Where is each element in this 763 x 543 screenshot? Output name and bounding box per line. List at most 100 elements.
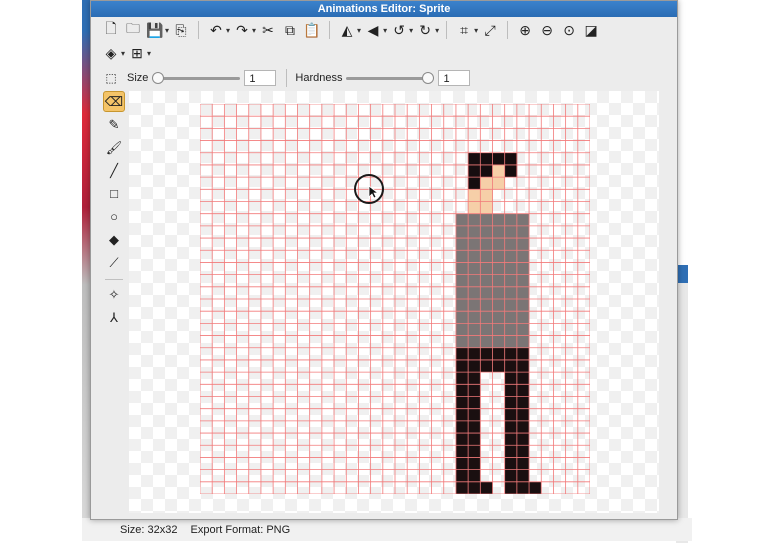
- sprite-pixel: [468, 213, 481, 227]
- sprite-pixel: [455, 445, 469, 458]
- sprite-pixel: [455, 335, 469, 349]
- eyedropper-tool-icon[interactable]: ⟋: [103, 252, 125, 273]
- size-slider-handle[interactable]: [152, 72, 165, 84]
- export-icon[interactable]: ⎘: [171, 20, 191, 40]
- sprite-pixel: [468, 420, 481, 434]
- status-bar: Size: 32x32 Export Format: PNG: [120, 524, 300, 536]
- redo-icon[interactable]: ↷: [232, 20, 252, 40]
- chevron-down-icon[interactable]: ▾: [147, 49, 151, 58]
- paste-icon[interactable]: 📋: [302, 20, 322, 40]
- sprite-pixel: [504, 359, 518, 373]
- sprite-pixel: [516, 335, 530, 349]
- chevron-down-icon[interactable]: ▾: [121, 49, 125, 58]
- sprite-pixel: [468, 335, 481, 349]
- flip-vertical-icon[interactable]: ◀: [363, 20, 383, 40]
- sprite-pixel: [480, 250, 493, 263]
- rotate-left-icon[interactable]: ↺: [389, 20, 409, 40]
- sprite-pixel: [492, 213, 505, 227]
- sprite-pixel: [468, 201, 481, 214]
- sprite-canvas[interactable]: [200, 104, 590, 494]
- chevron-down-icon[interactable]: ▾: [165, 26, 169, 35]
- cut-icon[interactable]: ✂: [258, 20, 278, 40]
- size-input[interactable]: 1: [244, 70, 277, 86]
- sprite-pixel: [480, 225, 493, 239]
- layers-icon[interactable]: ◈: [101, 43, 121, 63]
- sprite-pixel: [516, 213, 530, 227]
- sprite-pixel: [468, 323, 481, 336]
- rectangle-tool-icon[interactable]: □: [103, 183, 125, 204]
- zoom-fit-icon[interactable]: ⊙: [559, 20, 579, 40]
- sprite-pixel: [504, 164, 518, 178]
- sprite-pixel: [504, 299, 518, 312]
- sprite-pixel: [504, 347, 518, 361]
- select-point-tool-icon[interactable]: ✧: [103, 284, 125, 305]
- open-folder-icon[interactable]: 🗀: [123, 20, 143, 40]
- sprite-pixel: [468, 372, 481, 385]
- zoom-in-icon[interactable]: ⊕: [515, 20, 535, 40]
- sprite-pixel: [504, 396, 518, 409]
- sprite-pixel: [455, 213, 469, 227]
- hardness-slider[interactable]: [346, 71, 435, 85]
- undo-icon[interactable]: ↶: [206, 20, 226, 40]
- sprite-pixel: [504, 274, 518, 288]
- chevron-down-icon[interactable]: ▾: [357, 26, 361, 35]
- sprite-pixel: [468, 384, 481, 397]
- sprite-pixel: [468, 469, 481, 483]
- sprite-pixel: [516, 311, 530, 324]
- canvas-area[interactable]: [129, 91, 659, 513]
- size-slider[interactable]: [152, 71, 241, 85]
- sprite-pixel: [504, 262, 518, 275]
- sprite-pixel: [468, 481, 481, 494]
- crop-icon[interactable]: ⌗: [454, 20, 474, 40]
- sprite-pixel: [480, 274, 493, 288]
- sprite-pixel: [516, 299, 530, 312]
- sprite-pixel: [480, 347, 493, 361]
- sprite-pixel: [468, 408, 481, 422]
- sprite-pixel: [468, 225, 481, 239]
- sprite-pixel: [504, 408, 518, 422]
- sprite-pixel: [480, 213, 493, 227]
- resize-icon[interactable]: ⤢: [480, 20, 500, 40]
- sprite-pixel: [492, 250, 505, 263]
- eraser-tool-icon[interactable]: ⌫: [103, 91, 125, 112]
- animations-editor-window: Animations Editor: Sprite 🗋 🗀 💾 ▾ ⎘ ↶ ▾ ↷ ▾ ✂ ⧉ 📋 ◭ ▾…: [90, 0, 678, 520]
- sprite-pixel: [480, 177, 493, 190]
- sprite-pixel: [516, 396, 530, 409]
- zoom-out-icon[interactable]: ⊖: [537, 20, 557, 40]
- hardness-input[interactable]: 1: [438, 70, 471, 86]
- sprite-pixel: [504, 335, 518, 349]
- sprite-pixel: [492, 286, 505, 300]
- chevron-down-icon[interactable]: ▾: [383, 26, 387, 35]
- chevron-down-icon[interactable]: ▾: [226, 26, 230, 35]
- grid-icon[interactable]: ⊞: [127, 43, 147, 63]
- sprite-pixel: [504, 445, 518, 458]
- flip-horizontal-icon[interactable]: ◭: [337, 20, 357, 40]
- chevron-down-icon[interactable]: ▾: [409, 26, 413, 35]
- sprite-pixel: [516, 469, 530, 483]
- chevron-down-icon[interactable]: ▾: [435, 26, 439, 35]
- sprite-pixel: [468, 262, 481, 275]
- hardness-slider-handle[interactable]: [422, 72, 435, 84]
- new-file-icon[interactable]: 🗋: [101, 20, 121, 40]
- copy-icon[interactable]: ⧉: [280, 20, 300, 40]
- sprite-pixel: [480, 299, 493, 312]
- sprite-pixel: [480, 189, 493, 202]
- sprite-pixel: [516, 433, 530, 446]
- node-tool-icon[interactable]: ⅄: [103, 307, 125, 328]
- line-tool-icon[interactable]: ╱: [103, 160, 125, 181]
- toolbar-separator: [446, 21, 448, 39]
- sprite-pixel: [468, 299, 481, 312]
- fill-bucket-tool-icon[interactable]: ◆: [103, 229, 125, 250]
- sprite-pixel: [516, 238, 530, 251]
- toggle-background-icon[interactable]: ◪: [581, 20, 601, 40]
- ellipse-tool-icon[interactable]: ○: [103, 206, 125, 227]
- toolbar-separator: [507, 21, 509, 39]
- pencil-tool-icon[interactable]: ✎: [103, 114, 125, 135]
- rotate-right-icon[interactable]: ↻: [415, 20, 435, 40]
- chevron-down-icon[interactable]: ▾: [252, 26, 256, 35]
- save-icon[interactable]: 💾: [145, 20, 165, 40]
- sprite-pixel: [480, 286, 493, 300]
- chevron-down-icon[interactable]: ▾: [474, 26, 478, 35]
- selection-marquee-icon[interactable]: ⬚: [101, 68, 121, 88]
- brush-tool-icon[interactable]: 🖌: [103, 137, 125, 158]
